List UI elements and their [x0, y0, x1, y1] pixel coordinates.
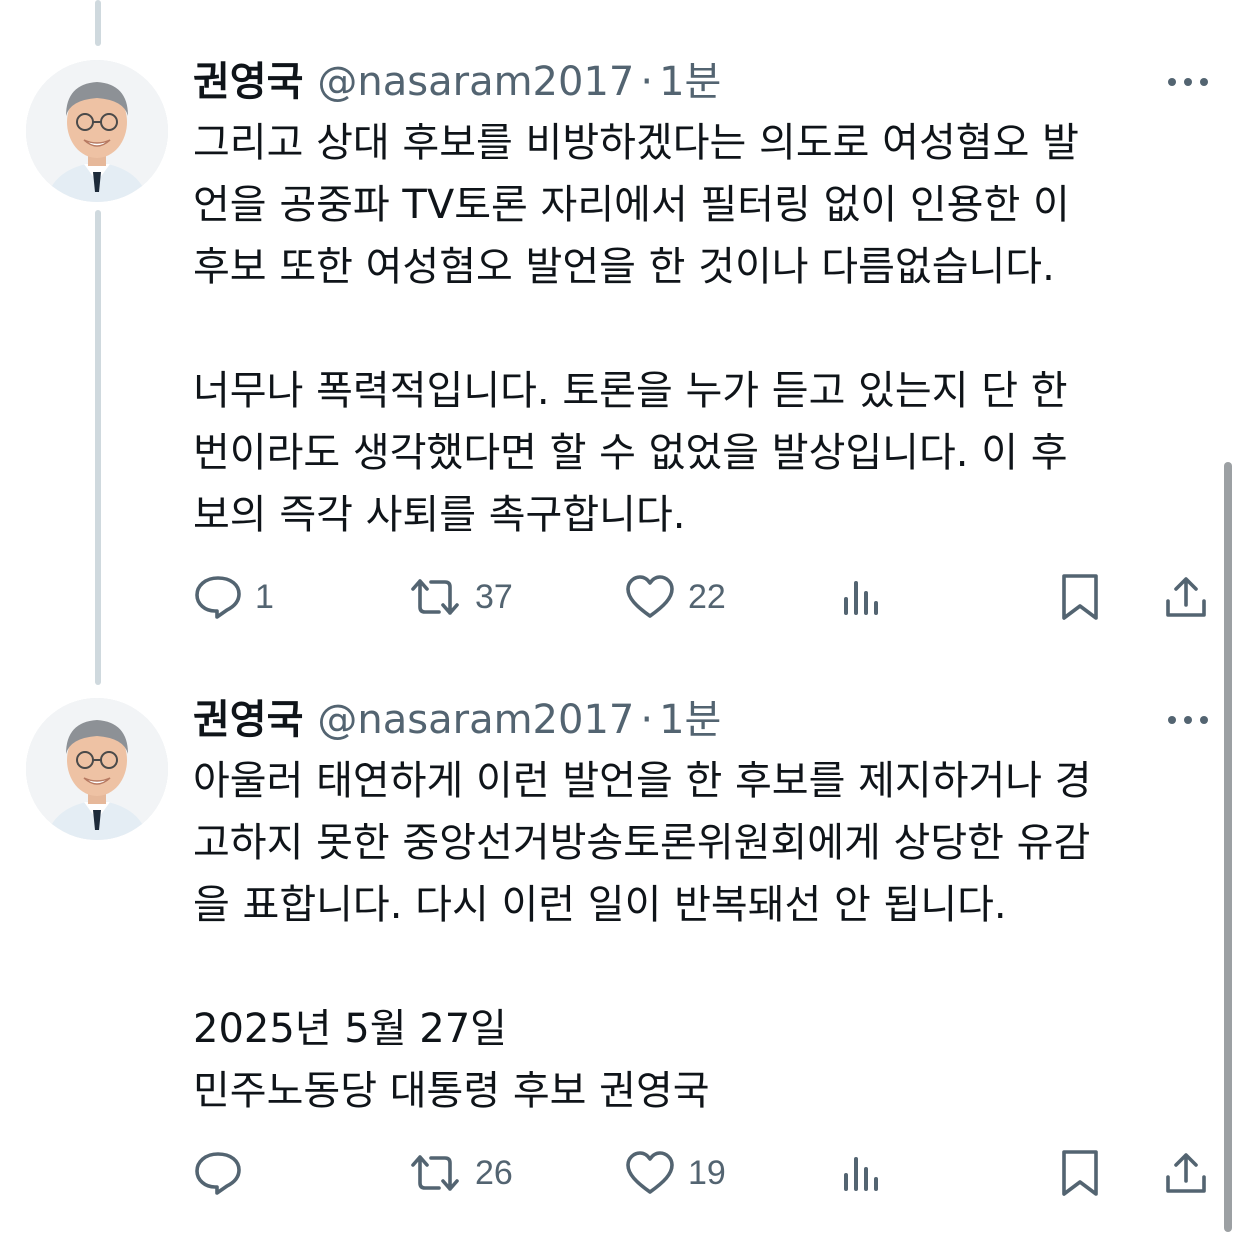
tweet-text: 그리고 상대 후보를 비방하겠다는 의도로 여성혐오 발 언을 공중파 TV토론… [193, 120, 1079, 538]
like-button[interactable]: 22 [624, 567, 726, 627]
bookmark-button[interactable] [1058, 1143, 1102, 1203]
retweet-button[interactable]: 26 [407, 1143, 513, 1203]
more-dots-icon[interactable] [1164, 708, 1212, 732]
reply-bubble-icon [193, 574, 243, 620]
author-name[interactable]: 권영국 [193, 697, 303, 743]
tweet-header: 권영국 @nasaram2017 · 1분 [193, 52, 721, 112]
heart-icon [624, 574, 676, 620]
views-chart-icon [840, 1151, 884, 1195]
views-chart-icon [840, 575, 884, 619]
tweet-header: 권영국 @nasaram2017 · 1분 [193, 690, 721, 750]
like-count: 22 [688, 577, 726, 616]
like-button[interactable]: 19 [624, 1143, 726, 1203]
bookmark-icon [1058, 572, 1102, 622]
reply-bubble-icon [193, 1150, 243, 1196]
retweet-count: 37 [475, 577, 513, 616]
author-name[interactable]: 권영국 [193, 59, 303, 105]
share-upload-icon [1162, 1149, 1210, 1197]
scrollbar[interactable] [1224, 462, 1232, 1232]
tweet-text: 아울러 태연하게 이런 발언을 한 후보를 제지하거나 경 고하지 못한 중앙선… [193, 758, 1092, 1114]
timestamp[interactable]: 1분 [659, 697, 721, 743]
retweet-button[interactable]: 37 [407, 567, 513, 627]
retweet-icon [407, 575, 463, 619]
timestamp[interactable]: 1분 [659, 59, 721, 105]
author-handle[interactable]: @nasaram2017 [317, 697, 634, 743]
share-upload-icon [1162, 573, 1210, 621]
author-handle[interactable]: @nasaram2017 [317, 59, 634, 105]
action-bar: 26 19 [0, 1143, 1242, 1203]
reply-button[interactable]: 1 [193, 567, 274, 627]
views-button[interactable] [840, 1143, 884, 1203]
avatar[interactable] [26, 698, 168, 840]
reply-count: 1 [255, 577, 274, 616]
separator-dot: · [640, 697, 654, 743]
bookmark-button[interactable] [1058, 567, 1102, 627]
share-button[interactable] [1162, 1143, 1210, 1203]
action-bar: 1 37 22 [0, 567, 1242, 627]
retweet-icon [407, 1151, 463, 1195]
like-count: 19 [688, 1153, 726, 1192]
retweet-count: 26 [475, 1153, 513, 1192]
avatar[interactable] [26, 60, 168, 202]
share-button[interactable] [1162, 567, 1210, 627]
views-button[interactable] [840, 567, 884, 627]
more-dots-icon[interactable] [1164, 70, 1212, 94]
separator-dot: · [640, 59, 654, 105]
heart-icon [624, 1150, 676, 1196]
bookmark-icon [1058, 1148, 1102, 1198]
reply-button[interactable] [193, 1143, 255, 1203]
thread-connector-top [95, 0, 101, 46]
